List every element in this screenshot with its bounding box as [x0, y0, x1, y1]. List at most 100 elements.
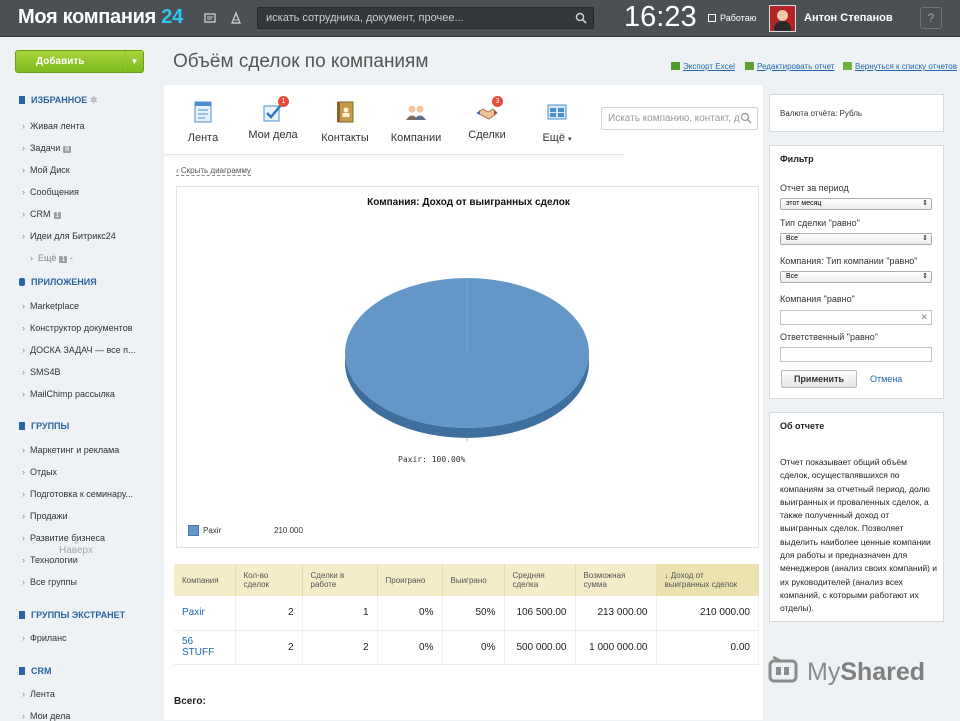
- clear-icon[interactable]: ✕: [920, 312, 928, 323]
- crm-nav-feed[interactable]: Лента: [168, 85, 238, 144]
- watermark-shared: Shared: [840, 658, 926, 686]
- table-cell: 210 000.00: [656, 596, 759, 631]
- filter-title: Фильтр: [780, 154, 814, 164]
- hide-chart-link[interactable]: ‹ Скрыть диаграмму: [176, 166, 251, 176]
- logo-main-text: Моя компания: [18, 6, 156, 28]
- pen-icon[interactable]: [229, 11, 243, 25]
- deal-type-select[interactable]: Все ⇕: [780, 233, 932, 245]
- sidebar-item-extranet[interactable]: Фриланс: [22, 633, 67, 643]
- sidebar-item-disk[interactable]: Мой Диск: [22, 165, 70, 175]
- sidebar-item-feed[interactable]: Живая лента: [22, 121, 85, 131]
- crm-search-input[interactable]: Искать компанию, контакт, д: [601, 107, 758, 130]
- sidebar-item-tasks[interactable]: Задачи8: [22, 143, 72, 153]
- crm-nav-label: Сделки: [468, 129, 506, 141]
- export-excel-link[interactable]: Экспорт Excel: [671, 62, 735, 71]
- column-header[interactable]: Возможная сумма: [575, 564, 657, 596]
- feed-icon: [194, 101, 212, 123]
- portal-logo[interactable]: Моя компания 24: [18, 6, 183, 29]
- add-button[interactable]: Добавить ▼: [15, 50, 144, 73]
- sidebar-item-label: Идеи для Битрикс24: [30, 231, 116, 241]
- column-header[interactable]: Компания: [174, 564, 236, 596]
- sidebar-item-app[interactable]: ДОСКА ЗАДАЧ — все п...: [22, 345, 136, 355]
- section-favorites-title: ИЗБРАННОЕ: [31, 95, 88, 105]
- search-icon[interactable]: [575, 12, 587, 24]
- table-cell: 2: [235, 630, 303, 665]
- sidebar-item-group[interactable]: Маркетинг и реклама: [22, 445, 119, 455]
- crm-nav-activities[interactable]: 1 Мои дела: [238, 85, 308, 141]
- section-apps[interactable]: ПРИЛОЖЕНИЯ: [19, 277, 97, 287]
- hide-chart-label: Скрыть диаграмму: [180, 166, 251, 175]
- edit-report-link[interactable]: Редактировать отчет: [745, 62, 834, 71]
- section-crm-title: CRM: [31, 666, 52, 676]
- section-extranet[interactable]: ГРУППЫ ЭКСТРАНЕТ: [19, 610, 125, 620]
- work-status-checkbox[interactable]: [708, 14, 716, 22]
- sidebar-item-more[interactable]: Ещё1 -: [30, 253, 73, 263]
- chevron-down-icon[interactable]: ▼: [125, 51, 143, 72]
- global-search-input[interactable]: искать сотрудника, документ, прочее...: [257, 7, 594, 29]
- column-header[interactable]: Средняя сделка: [504, 564, 576, 596]
- cancel-link[interactable]: Отмена: [870, 374, 902, 384]
- sidebar-item-group[interactable]: Развитие бизнеса: [22, 533, 105, 543]
- sidebar-item-crm[interactable]: CRM1: [22, 209, 62, 219]
- apply-button[interactable]: Применить: [781, 370, 857, 388]
- scroll-to-top-button[interactable]: ⇑ Наверх: [59, 536, 93, 556]
- sidebar-item-messages[interactable]: Сообщения: [22, 187, 79, 197]
- company-link[interactable]: 56 STUFF: [174, 630, 236, 665]
- sidebar-item-label: Подготовка к семинару...: [30, 489, 134, 499]
- clock[interactable]: 16:23: [624, 1, 697, 34]
- company-type-select[interactable]: Все ⇕: [780, 271, 932, 283]
- sidebar-item-crm-feed[interactable]: Лента: [22, 689, 55, 699]
- sidebar-item-label: Задачи: [30, 143, 61, 153]
- responsible-input[interactable]: [780, 347, 932, 362]
- period-select[interactable]: этот месяц ⇕: [780, 198, 932, 210]
- table-row: Paxir 2 1 0% 50% 106 500.00 213 000.00 2…: [174, 596, 759, 631]
- section-groups[interactable]: ГРУППЫ: [19, 421, 69, 431]
- table-cell: 50%: [442, 596, 505, 631]
- help-button[interactable]: ?: [920, 7, 942, 29]
- select-arrows-icon: ⇕: [922, 273, 928, 280]
- work-status[interactable]: Работаю: [708, 13, 756, 23]
- sidebar-item-app[interactable]: MailChimp рассылка: [22, 389, 115, 399]
- sidebar-item-app[interactable]: SMS4B: [22, 367, 61, 377]
- sidebar-item-group[interactable]: Отдых: [22, 467, 57, 477]
- sidebar-item-group[interactable]: Технологии: [22, 555, 78, 565]
- watermark-text: MyShared: [807, 658, 925, 687]
- crm-nav-more[interactable]: Ещё ▾: [522, 85, 592, 144]
- crm-icon: [19, 667, 25, 675]
- column-header[interactable]: Кол-во сделок: [235, 564, 303, 596]
- responsible-label: Ответственный "равно": [780, 332, 878, 342]
- legend-swatch: [188, 525, 199, 536]
- sidebar-item-app[interactable]: Marketplace: [22, 301, 79, 311]
- company-link[interactable]: Paxir: [174, 596, 236, 631]
- sidebar-item-app[interactable]: Конструктор документов: [22, 323, 132, 333]
- crm-nav-companies[interactable]: Компании: [381, 85, 451, 144]
- sidebar-item-group[interactable]: Подготовка к семинару...: [22, 489, 133, 499]
- sidebar-item-all-groups[interactable]: Все группы: [22, 577, 77, 587]
- arrow-up-icon: ⇑: [72, 536, 81, 547]
- counter-badge: 3: [492, 96, 503, 107]
- projector-icon: [768, 655, 798, 683]
- section-favorites[interactable]: ИЗБРАННОЕ ✲: [19, 95, 97, 106]
- crm-nav-deals[interactable]: 3 Сделки: [452, 85, 522, 141]
- search-icon[interactable]: [740, 112, 752, 124]
- gear-icon[interactable]: ✲: [90, 95, 98, 105]
- section-crm[interactable]: CRM: [19, 666, 52, 676]
- column-header[interactable]: Проиграно: [377, 564, 443, 596]
- chart-container: Компания: Доход от выигранных сделок Pax…: [176, 186, 759, 548]
- column-header-sorted[interactable]: ↓ Доход от выигранных сделок: [656, 564, 759, 596]
- currency-label: Валюта отчёта: Рубль: [780, 109, 863, 118]
- table-cell: 0%: [377, 596, 443, 631]
- table-cell: 0%: [442, 630, 505, 665]
- column-header[interactable]: Выиграно: [442, 564, 505, 596]
- edit-report-label: Редактировать отчет: [757, 62, 835, 71]
- user-name[interactable]: Антон Степанов: [804, 12, 893, 24]
- back-to-list-link[interactable]: Вернуться к списку отчетов: [843, 62, 957, 71]
- column-header[interactable]: Сделки в работе: [302, 564, 378, 596]
- sidebar-item-ideas[interactable]: Идеи для Битрикс24: [22, 231, 116, 241]
- period-label: Отчет за период: [780, 183, 849, 193]
- company-input[interactable]: ✕: [780, 310, 932, 325]
- crm-nav-contacts[interactable]: Контакты: [310, 85, 380, 144]
- messages-icon[interactable]: [203, 11, 217, 25]
- sidebar-item-group[interactable]: Продажи: [22, 511, 68, 521]
- user-avatar[interactable]: [769, 5, 796, 32]
